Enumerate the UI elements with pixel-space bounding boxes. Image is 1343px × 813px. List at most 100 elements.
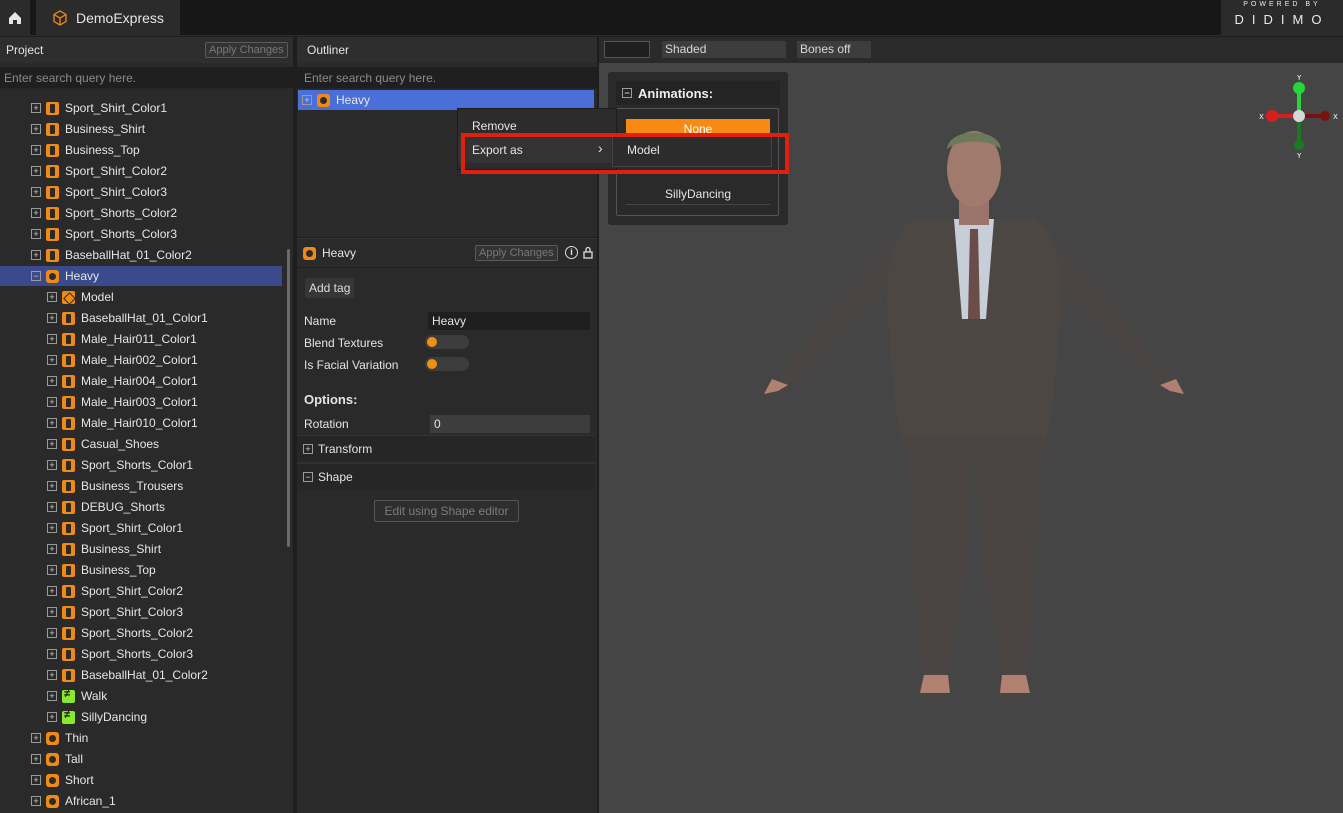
- tree-item[interactable]: + Model: [0, 287, 282, 307]
- expand-icon[interactable]: +: [47, 628, 57, 638]
- lock-icon[interactable]: [583, 246, 593, 259]
- tree-item[interactable]: + Sport_Shirt_Color2: [0, 581, 282, 601]
- expand-icon[interactable]: +: [47, 544, 57, 554]
- expand-icon[interactable]: +: [31, 733, 41, 743]
- tree-item[interactable]: + Sport_Shirt_Color1: [0, 518, 282, 538]
- shape-section[interactable]: − Shape: [297, 463, 595, 489]
- collapse-icon[interactable]: −: [31, 271, 41, 281]
- expand-icon[interactable]: +: [47, 565, 57, 575]
- tree-item[interactable]: + Male_Hair004_Color1: [0, 371, 282, 391]
- expand-icon[interactable]: +: [302, 95, 312, 105]
- tree-item[interactable]: + Business_Shirt: [0, 119, 282, 139]
- tree-item[interactable]: + Sport_Shorts_Color1: [0, 455, 282, 475]
- expand-icon[interactable]: +: [31, 250, 41, 260]
- tree-item[interactable]: + Thin: [0, 728, 282, 748]
- tree-item[interactable]: + Male_Hair003_Color1: [0, 392, 282, 412]
- tree-item[interactable]: + BaseballHat_01_Color2: [0, 245, 282, 265]
- expand-icon[interactable]: +: [31, 103, 41, 113]
- add-tag-button[interactable]: Add tag: [304, 277, 356, 299]
- tree-item-label: Sport_Shorts_Color3: [81, 647, 194, 661]
- expand-icon[interactable]: +: [303, 443, 313, 454]
- expand-icon[interactable]: +: [47, 460, 57, 470]
- expand-icon[interactable]: +: [47, 292, 57, 302]
- expand-icon[interactable]: +: [31, 208, 41, 218]
- cube-icon: [53, 10, 67, 26]
- camera-selector[interactable]: [604, 41, 650, 58]
- tree-item[interactable]: + DEBUG_Shorts: [0, 497, 282, 517]
- tree-item[interactable]: + African_1: [0, 791, 282, 811]
- context-remove[interactable]: Remove: [472, 119, 517, 133]
- expand-icon[interactable]: +: [31, 124, 41, 134]
- tree-item[interactable]: + BaseballHat_01_Color2: [0, 665, 282, 685]
- inspector-apply-changes-button[interactable]: Apply Changes: [475, 245, 558, 261]
- tree-item[interactable]: + Business_Shirt: [0, 539, 282, 559]
- tree-item[interactable]: + BaseballHat_01_Color1: [0, 308, 282, 328]
- axis-gizmo-icon[interactable]: Y Y X X: [1258, 73, 1340, 159]
- tree-item[interactable]: + Sport_Shirt_Color2: [0, 161, 282, 181]
- project-search-input[interactable]: Enter search query here.: [0, 67, 293, 89]
- tree-item-label: Male_Hair002_Color1: [81, 353, 198, 367]
- expand-icon[interactable]: +: [47, 376, 57, 386]
- tree-item[interactable]: + Sport_Shirt_Color3: [0, 602, 282, 622]
- expand-icon[interactable]: +: [47, 586, 57, 596]
- expand-icon[interactable]: +: [31, 229, 41, 239]
- tree-item[interactable]: + Business_Top: [0, 140, 282, 160]
- expand-icon[interactable]: +: [47, 439, 57, 449]
- expand-icon[interactable]: +: [47, 502, 57, 512]
- tree-item[interactable]: + Short: [0, 770, 282, 790]
- info-icon[interactable]: i: [565, 246, 578, 259]
- tree-item[interactable]: + Sport_Shorts_Color2: [0, 203, 282, 223]
- expand-icon[interactable]: +: [47, 649, 57, 659]
- expand-icon[interactable]: +: [47, 670, 57, 680]
- collapse-icon[interactable]: −: [303, 471, 313, 482]
- collapse-icon[interactable]: −: [622, 88, 632, 98]
- bones-toggle[interactable]: Bones off: [797, 41, 871, 58]
- outliner-search-input[interactable]: Enter search query here.: [297, 67, 597, 89]
- tree-item[interactable]: + Male_Hair010_Color1: [0, 413, 282, 433]
- character-model[interactable]: [764, 119, 1184, 699]
- project-scrollbar[interactable]: [287, 249, 290, 547]
- outliner-item-heavy[interactable]: + Heavy: [298, 90, 594, 110]
- app-tab[interactable]: DemoExpress: [36, 0, 180, 36]
- animation-sillydancing-button[interactable]: SillyDancing: [626, 183, 770, 205]
- expand-icon[interactable]: +: [47, 691, 57, 701]
- tree-item[interactable]: + Tall: [0, 749, 282, 769]
- tree-item[interactable]: + Sport_Shorts_Color3: [0, 224, 282, 244]
- tree-item[interactable]: + Business_Trousers: [0, 476, 282, 496]
- expand-icon[interactable]: +: [31, 754, 41, 764]
- expand-icon[interactable]: +: [31, 187, 41, 197]
- tree-item[interactable]: + Male_Hair011_Color1: [0, 329, 282, 349]
- facial-variation-toggle[interactable]: [425, 357, 469, 371]
- tree-item[interactable]: + Sport_Shorts_Color3: [0, 644, 282, 664]
- tree-item[interactable]: + Sport_Shirt_Color1: [0, 98, 282, 118]
- expand-icon[interactable]: +: [31, 775, 41, 785]
- expand-icon[interactable]: +: [31, 166, 41, 176]
- tree-item[interactable]: + Male_Hair002_Color1: [0, 350, 282, 370]
- tree-item[interactable]: + SillyDancing: [0, 707, 282, 727]
- expand-icon[interactable]: +: [31, 796, 41, 806]
- tree-item[interactable]: + Walk: [0, 686, 282, 706]
- expand-icon[interactable]: +: [47, 712, 57, 722]
- tree-item[interactable]: + Sport_Shorts_Color2: [0, 623, 282, 643]
- expand-icon[interactable]: +: [47, 334, 57, 344]
- expand-icon[interactable]: +: [47, 481, 57, 491]
- expand-icon[interactable]: +: [47, 523, 57, 533]
- tree-item[interactable]: + Casual_Shoes: [0, 434, 282, 454]
- shading-dropdown[interactable]: Shaded: [662, 41, 786, 58]
- transform-section[interactable]: + Transform: [297, 435, 595, 461]
- tree-item[interactable]: − Heavy: [0, 266, 282, 286]
- tree-item[interactable]: + Business_Top: [0, 560, 282, 580]
- home-button[interactable]: [0, 0, 30, 36]
- name-input[interactable]: Heavy: [428, 312, 590, 330]
- expand-icon[interactable]: +: [31, 145, 41, 155]
- expand-icon[interactable]: +: [47, 607, 57, 617]
- rotation-input[interactable]: 0: [430, 415, 590, 433]
- expand-icon[interactable]: +: [47, 355, 57, 365]
- expand-icon[interactable]: +: [47, 418, 57, 428]
- expand-icon[interactable]: +: [47, 313, 57, 323]
- tree-item[interactable]: + Sport_Shirt_Color3: [0, 182, 282, 202]
- project-apply-changes-button[interactable]: Apply Changes: [205, 42, 288, 58]
- expand-icon[interactable]: +: [47, 397, 57, 407]
- edit-shape-editor-button[interactable]: Edit using Shape editor: [374, 500, 519, 522]
- blend-textures-toggle[interactable]: [425, 335, 469, 349]
